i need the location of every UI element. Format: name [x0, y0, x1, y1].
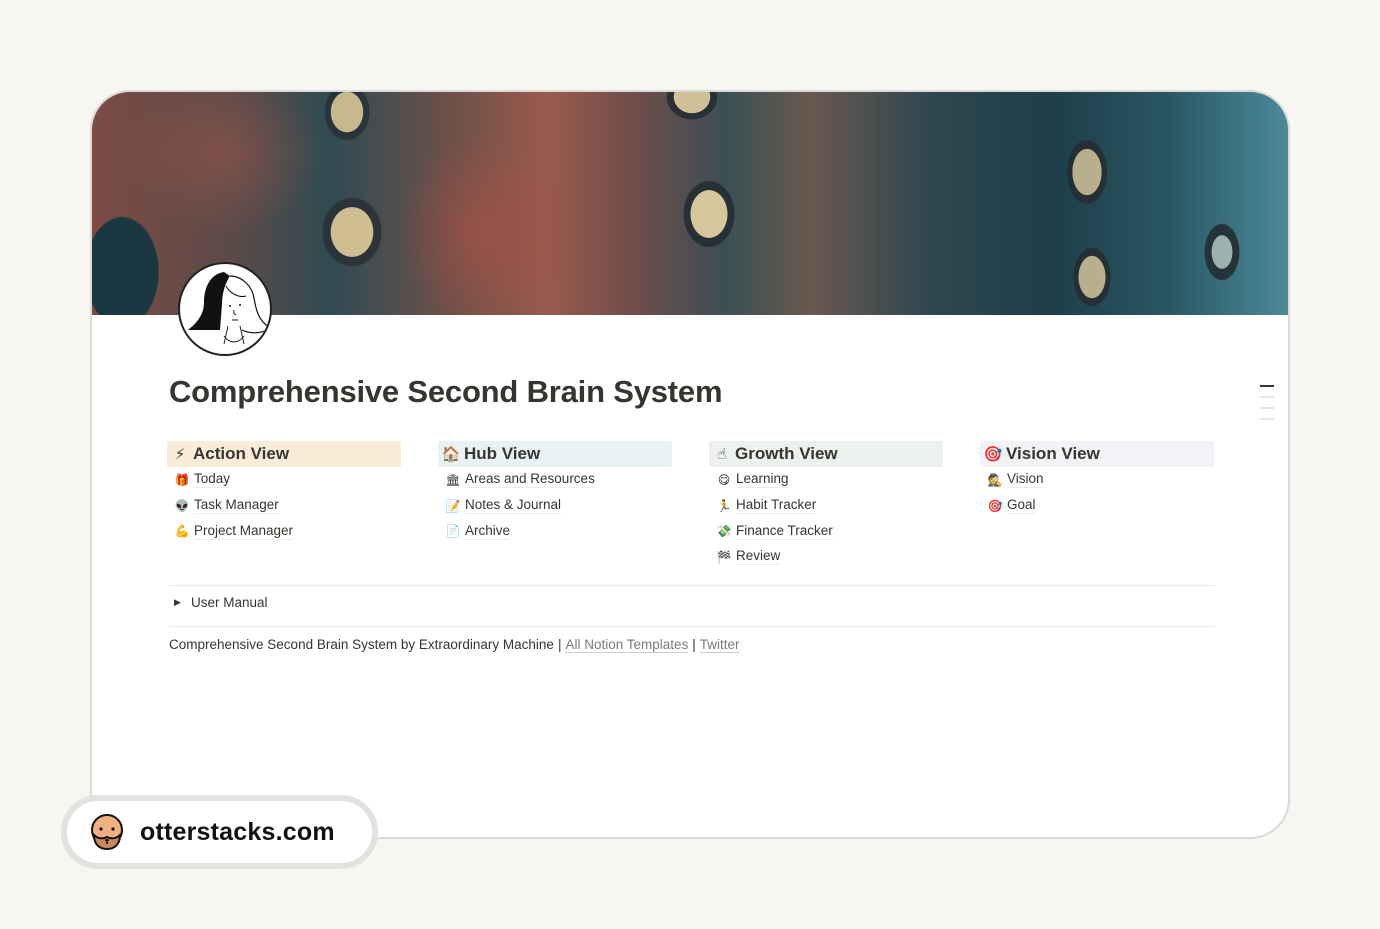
link-label: Habit Tracker [736, 497, 817, 515]
notion-page-window: Comprehensive Second Brain System ⚡ Acti… [90, 90, 1290, 839]
toc-line-active[interactable] [1260, 385, 1274, 387]
header-vision-view[interactable]: 🎯 Vision View [980, 441, 1214, 467]
header-action-view[interactable]: ⚡ Action View [167, 441, 401, 467]
header-label: Growth View [735, 444, 838, 463]
link-habit-tracker[interactable]: 🏃 Habit Tracker [709, 493, 943, 519]
header-hub-view[interactable]: 🏠 Hub View [438, 441, 672, 467]
link-label: Project Manager [194, 522, 294, 540]
header-label: Hub View [464, 444, 541, 463]
column-growth-view: ☝ Growth View 😋 Learning 🏃 Habit Tracker… [709, 441, 943, 570]
toc-line[interactable] [1260, 396, 1274, 398]
header-label: Vision View [1006, 444, 1100, 463]
woman-portrait-icon [188, 272, 270, 345]
header-label: Action View [193, 444, 290, 463]
link-twitter[interactable]: Twitter [699, 637, 740, 653]
link-label: Areas and Resources [465, 471, 595, 489]
gift-icon: 🎁 [174, 472, 190, 487]
column-vision-view: 🎯 Vision View 🕵 Vision 🎯 Goal [980, 441, 1214, 570]
views-columns: ⚡ Action View 🎁 Today 👽 Task Manager 💪 P… [167, 441, 1215, 570]
footer-text: Comprehensive Second Brain System by Ext… [169, 637, 554, 652]
link-today[interactable]: 🎁 Today [167, 467, 401, 493]
link-vision[interactable]: 🕵 Vision [980, 467, 1214, 493]
classical-building-icon: 🏛 [445, 472, 461, 487]
link-archive[interactable]: 📄 Archive [438, 518, 672, 544]
triangle-right-icon[interactable]: ▶ [169, 597, 191, 608]
column-action-view: ⚡ Action View 🎁 Today 👽 Task Manager 💪 P… [167, 441, 401, 570]
watermark-domain: otterstacks.com [140, 817, 335, 846]
toggle-label: User Manual [191, 595, 268, 610]
target-icon: 🎯 [987, 498, 1003, 513]
link-all-notion-templates[interactable]: All Notion Templates [565, 637, 689, 653]
separator: | [692, 637, 696, 652]
checkered-flag-icon: 🏁 [716, 549, 732, 564]
toc-line[interactable] [1260, 407, 1274, 409]
link-label: Review [736, 548, 781, 566]
link-label: Today [194, 471, 231, 489]
link-review[interactable]: 🏁 Review [709, 544, 943, 570]
footer-credits: Comprehensive Second Brain System by Ext… [169, 637, 740, 653]
page-title[interactable]: Comprehensive Second Brain System [169, 374, 723, 410]
link-learning[interactable]: 😋 Learning [709, 467, 943, 493]
toc-line[interactable] [1260, 418, 1274, 420]
target-icon: 🎯 [983, 446, 1003, 463]
link-finance-tracker[interactable]: 💸 Finance Tracker [709, 518, 943, 544]
link-label: Finance Tracker [736, 522, 833, 540]
house-icon: 🏠 [441, 446, 461, 463]
column-hub-view: 🏠 Hub View 🏛 Areas and Resources 📝 Notes… [438, 441, 672, 570]
cover-image[interactable] [92, 92, 1288, 315]
pointing-up-icon: ☝ [717, 446, 727, 463]
link-areas-and-resources[interactable]: 🏛 Areas and Resources [438, 467, 672, 493]
otter-logo-icon [91, 814, 123, 851]
table-of-contents-indicator[interactable] [1260, 385, 1274, 429]
link-task-manager[interactable]: 👽 Task Manager [167, 493, 401, 519]
link-label: Archive [465, 522, 511, 540]
alien-icon: 👽 [174, 498, 190, 513]
memo-icon: 📝 [445, 498, 461, 513]
lightning-icon: ⚡ [174, 446, 186, 463]
link-label: Goal [1007, 497, 1036, 515]
smiling-face-icon: 😋 [717, 472, 731, 487]
page-icon: 📄 [445, 524, 461, 539]
link-goal[interactable]: 🎯 Goal [980, 493, 1214, 519]
separator: | [557, 637, 562, 652]
link-label: Vision [1007, 471, 1044, 489]
link-notes-journal[interactable]: 📝 Notes & Journal [438, 493, 672, 519]
page-icon-avatar[interactable] [178, 262, 272, 356]
link-label: Notes & Journal [465, 497, 562, 515]
divider [169, 585, 1215, 586]
link-project-manager[interactable]: 💪 Project Manager [167, 518, 401, 544]
money-wings-icon: 💸 [716, 524, 732, 539]
header-growth-view[interactable]: ☝ Growth View [709, 441, 943, 467]
divider [169, 626, 1215, 627]
toggle-user-manual[interactable]: ▶ User Manual [169, 595, 268, 610]
watermark-badge: otterstacks.com [61, 795, 378, 869]
runner-icon: 🏃 [716, 498, 732, 513]
link-label: Learning [736, 471, 789, 489]
link-label: Task Manager [194, 497, 279, 515]
detective-icon: 🕵 [987, 472, 1003, 487]
flexed-arm-icon: 💪 [174, 524, 190, 539]
